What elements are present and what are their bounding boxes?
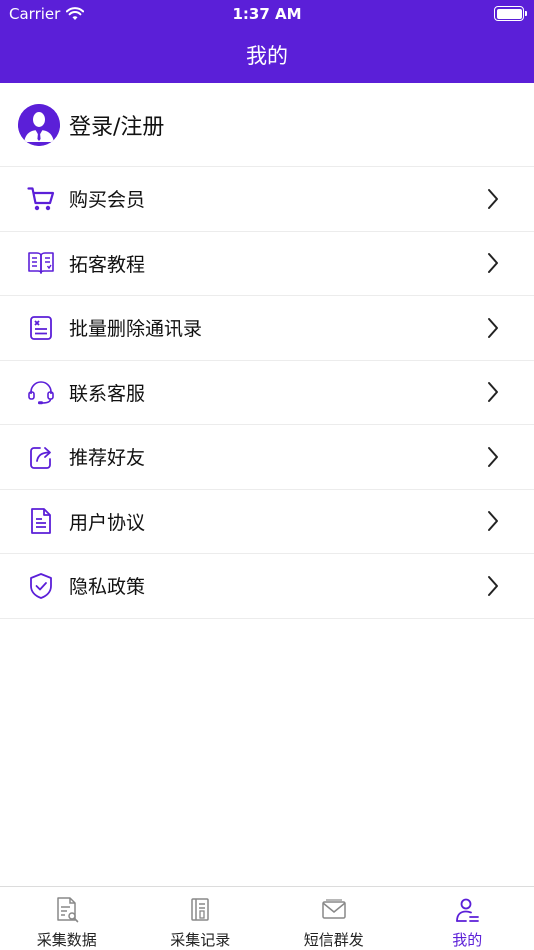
chevron-right-icon — [488, 446, 498, 467]
headset-icon — [27, 378, 55, 406]
menu-item-user-agreement[interactable]: 用户协议 — [0, 490, 534, 554]
menu-item-label: 联系客服 — [69, 382, 146, 405]
tab-label: 短信群发 — [303, 931, 364, 949]
menu-item-privacy-policy[interactable]: 隐私政策 — [0, 554, 534, 619]
document-icon — [27, 507, 55, 535]
document-search-icon — [57, 897, 79, 923]
chevron-right-icon — [488, 382, 498, 403]
menu-item-label: 推荐好友 — [69, 447, 146, 470]
menu-item-customer-service[interactable]: 联系客服 — [0, 361, 534, 425]
menu-item-recommend-friend[interactable]: 推荐好友 — [0, 425, 534, 490]
menu-item-label: 批量删除通讯录 — [69, 318, 203, 341]
record-icon — [191, 898, 209, 921]
user-avatar-icon — [18, 103, 60, 146]
delete-document-icon — [27, 314, 55, 342]
user-icon — [456, 898, 480, 922]
chevron-right-icon — [488, 253, 498, 274]
cart-icon — [27, 185, 55, 213]
tab-bar: 采集数据 采集记录 短信群发 我的 — [0, 886, 534, 950]
tab-collect-records[interactable]: 采集记录 — [134, 887, 268, 950]
menu-item-label: 隐私政策 — [69, 576, 146, 599]
menu-item-label: 购买会员 — [69, 189, 146, 212]
chevron-right-icon — [488, 188, 498, 209]
shield-icon — [27, 572, 55, 600]
tab-sms-broadcast[interactable]: 短信群发 — [267, 887, 401, 950]
login-register-label: 登录/注册 — [69, 114, 165, 140]
menu-item-buy-membership[interactable]: 购买会员 — [0, 167, 534, 232]
header: Carrier 1:37 AM 我的 — [0, 0, 534, 83]
tab-label: 采集记录 — [170, 931, 231, 949]
chevron-right-icon — [488, 317, 498, 338]
menu-item-tutorial[interactable]: 拓客教程 — [0, 232, 534, 296]
menu-item-label: 拓客教程 — [69, 253, 146, 276]
chevron-right-icon — [488, 575, 498, 596]
status-bar: Carrier 1:37 AM — [0, 0, 534, 28]
avatar — [18, 103, 60, 146]
battery-icon — [494, 6, 527, 21]
tab-label: 我的 — [452, 931, 483, 949]
login-register-row[interactable]: 登录/注册 — [0, 83, 534, 167]
book-icon — [27, 249, 55, 277]
menu-item-label: 用户协议 — [69, 511, 146, 534]
share-icon — [27, 443, 55, 471]
tab-label: 采集数据 — [36, 931, 97, 949]
page-title: 我的 — [246, 44, 288, 68]
tab-collect-data[interactable]: 采集数据 — [0, 887, 134, 950]
mail-icon — [322, 899, 346, 919]
chevron-right-icon — [488, 511, 498, 532]
menu-list: 购买会员 拓客教程 批量删除通讯录 联系客服 推荐好友 用户协议 隐私政策 — [0, 167, 534, 619]
menu-item-batch-delete-contacts[interactable]: 批量删除通讯录 — [0, 296, 534, 361]
status-time: 1:37 AM — [232, 5, 302, 23]
tab-mine[interactable]: 我的 — [401, 887, 534, 950]
